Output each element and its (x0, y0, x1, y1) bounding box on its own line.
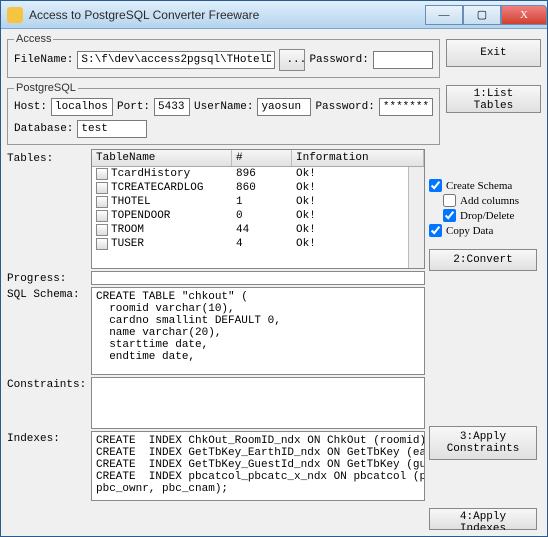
row-info: Ok! (292, 238, 424, 250)
filename-input[interactable] (77, 51, 275, 69)
progress-label: Progress: (7, 269, 87, 285)
tables-list[interactable]: TableName # Information TcardHistory896O… (91, 149, 425, 269)
table-row[interactable]: TOPENDOOR 0Ok! (92, 209, 424, 223)
table-row[interactable]: TcardHistory 896Ok! (92, 167, 424, 181)
port-input[interactable] (154, 98, 190, 116)
close-button[interactable]: X (501, 5, 547, 25)
table-icon (96, 168, 108, 180)
copy-data-check[interactable]: Copy Data (429, 224, 541, 237)
table-icon (96, 224, 108, 236)
table-icon (96, 238, 108, 250)
add-columns-label: Add columns (460, 195, 519, 207)
constraints-label: Constraints: (7, 375, 87, 429)
create-schema-checkbox[interactable] (429, 179, 442, 192)
table-row[interactable]: TROOM 44Ok! (92, 223, 424, 237)
row-info: Ok! (292, 210, 424, 222)
browse-button[interactable]: ... (279, 49, 305, 71)
drop-delete-checkbox[interactable] (443, 209, 456, 222)
create-schema-check[interactable]: Create Schema (429, 179, 541, 192)
list-tables-button[interactable]: 1:List Tables (446, 85, 541, 113)
postgresql-group: PostgreSQL Host: Port: UserName: Passwor… (7, 82, 440, 145)
row-count: 0 (232, 210, 292, 222)
row-info: Ok! (292, 182, 424, 194)
drop-delete-check[interactable]: Drop/Delete (429, 209, 541, 222)
col-info[interactable]: Information (292, 150, 424, 166)
user-label: UserName: (194, 101, 253, 113)
row-name: THOTEL (111, 196, 151, 208)
row-info: Ok! (292, 196, 424, 208)
row-name: TcardHistory (111, 168, 190, 180)
row-name: TCREATECARDLOG (111, 182, 203, 194)
apply-indexes-button[interactable]: 4:Apply Indexes (429, 508, 537, 530)
col-tablename[interactable]: TableName (92, 150, 232, 166)
port-label: Port: (117, 101, 150, 113)
access-legend: Access (14, 33, 53, 45)
col-count[interactable]: # (232, 150, 292, 166)
row-name: TROOM (111, 224, 144, 236)
db-label: Database: (14, 123, 73, 135)
drop-delete-label: Drop/Delete (460, 210, 514, 222)
user-input[interactable] (257, 98, 311, 116)
pg-password-label: Password: (315, 101, 374, 113)
row-count: 44 (232, 224, 292, 236)
access-group: Access FileName: ... Password: (7, 33, 440, 78)
table-row[interactable]: TUSER 4Ok! (92, 237, 424, 251)
create-schema-label: Create Schema (446, 180, 512, 192)
progress-bar (91, 271, 425, 285)
host-input[interactable] (51, 98, 113, 116)
titlebar: Access to PostgreSQL Converter Freeware … (1, 1, 547, 29)
convert-button[interactable]: 2:Convert (429, 249, 537, 271)
filename-label: FileName: (14, 54, 73, 66)
row-info: Ok! (292, 224, 424, 236)
access-password-input[interactable] (373, 51, 433, 69)
access-password-label: Password: (309, 54, 368, 66)
exit-button[interactable]: Exit (446, 39, 541, 67)
indexes-text[interactable]: CREATE INDEX ChkOut_RoomID_ndx ON ChkOut… (91, 431, 425, 501)
row-name: TUSER (111, 238, 144, 250)
copy-data-checkbox[interactable] (429, 224, 442, 237)
sql-schema-text[interactable]: CREATE TABLE "chkout" ( roomid varchar(1… (91, 287, 425, 375)
row-name: TOPENDOOR (111, 210, 170, 222)
constraints-text[interactable] (91, 377, 425, 429)
maximize-button[interactable]: ▢ (463, 5, 501, 25)
db-input[interactable] (77, 120, 147, 138)
table-row[interactable]: THOTEL 1Ok! (92, 195, 424, 209)
row-count: 1 (232, 196, 292, 208)
tables-label: Tables: (7, 149, 87, 269)
copy-data-label: Copy Data (446, 225, 493, 237)
table-scrollbar[interactable] (408, 167, 424, 268)
table-row[interactable]: TCREATECARDLOG 860Ok! (92, 181, 424, 195)
row-count: 860 (232, 182, 292, 194)
minimize-button[interactable]: — (425, 5, 463, 25)
pg-legend: PostgreSQL (14, 82, 78, 94)
app-icon (7, 7, 23, 23)
pg-password-input[interactable] (379, 98, 433, 116)
app-window: Access to PostgreSQL Converter Freeware … (0, 0, 548, 537)
table-icon (96, 210, 108, 222)
window-title: Access to PostgreSQL Converter Freeware (29, 8, 425, 22)
row-count: 4 (232, 238, 292, 250)
row-count: 896 (232, 168, 292, 180)
table-icon (96, 196, 108, 208)
apply-constraints-button[interactable]: 3:Apply Constraints (429, 426, 537, 460)
host-label: Host: (14, 101, 47, 113)
table-icon (96, 182, 108, 194)
sql-schema-label: SQL Schema: (7, 285, 87, 375)
indexes-label: Indexes: (7, 429, 87, 453)
add-columns-checkbox[interactable] (443, 194, 456, 207)
add-columns-check[interactable]: Add columns (429, 194, 541, 207)
row-info: Ok! (292, 168, 424, 180)
